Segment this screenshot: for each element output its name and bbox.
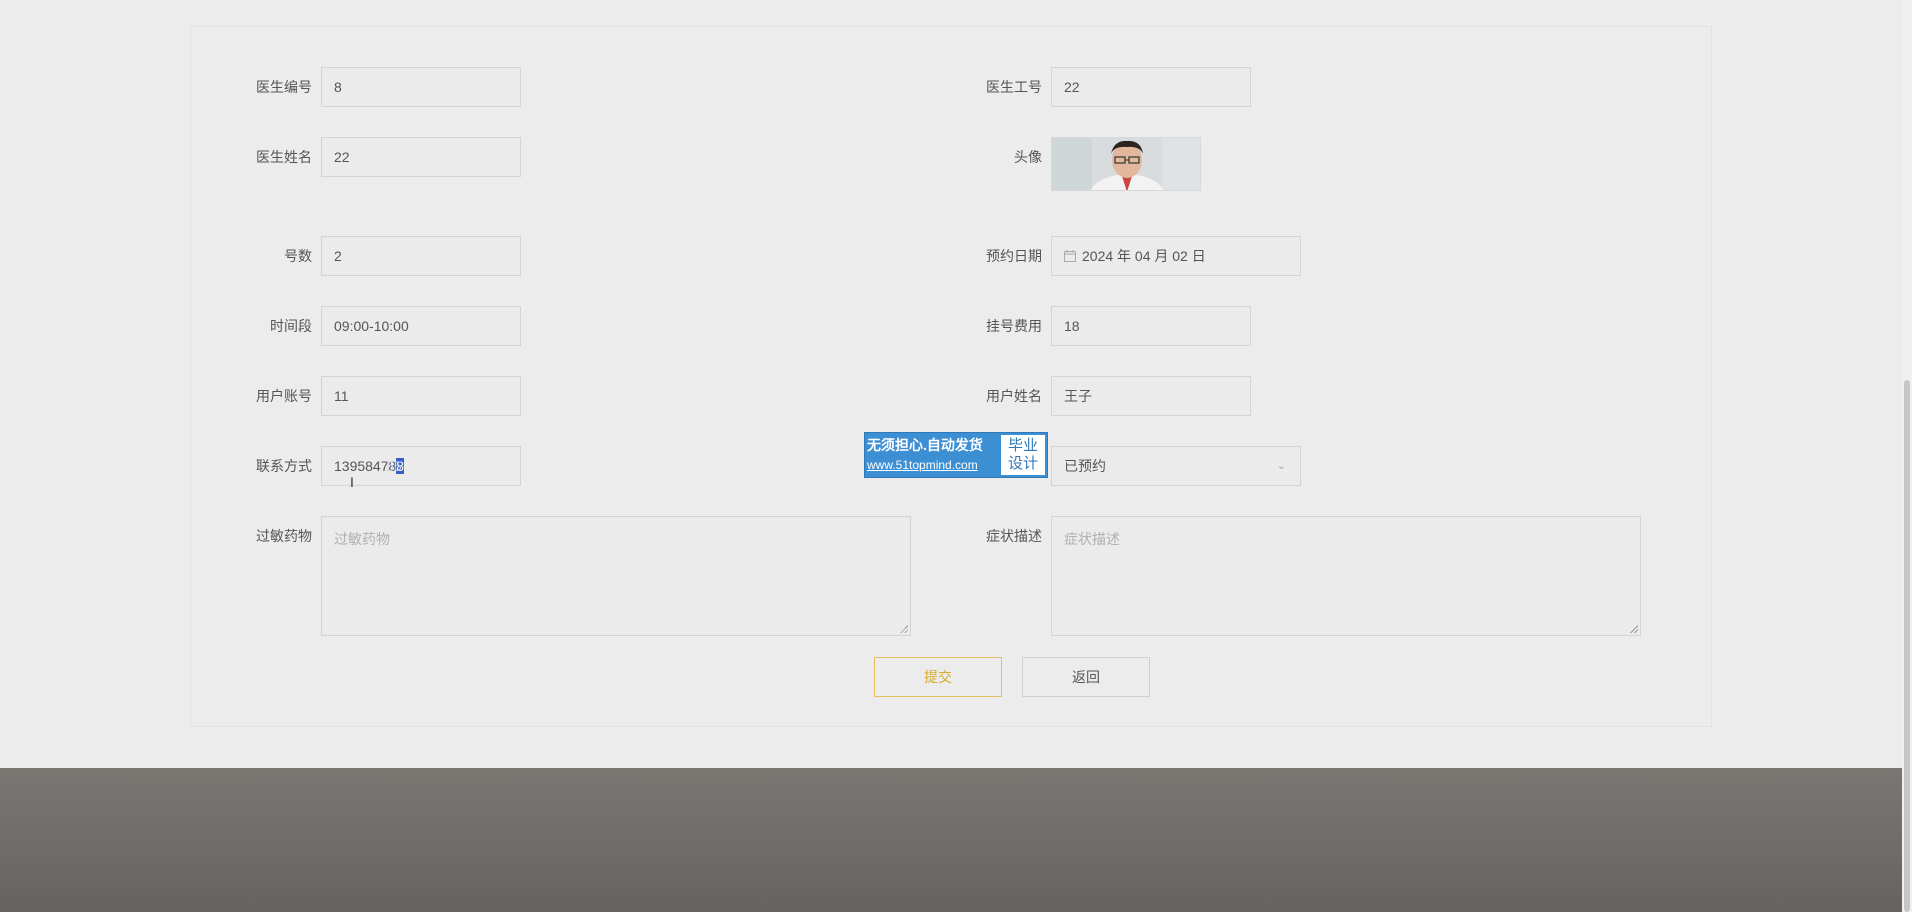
page-footer	[0, 768, 1902, 912]
appt-date-value: 2024 年 04 月 02 日	[1082, 248, 1206, 264]
fee-input[interactable]: 18	[1051, 306, 1251, 346]
avatar-label: 头像	[1014, 149, 1042, 165]
time-slot-label: 时间段	[270, 318, 312, 334]
scrollbar-thumb[interactable]	[1904, 380, 1910, 912]
watermark-badge-line1: 毕业	[1007, 437, 1038, 454]
avatar[interactable]	[1051, 137, 1201, 191]
user-name-label: 用户姓名	[986, 388, 1042, 404]
contact-label: 联系方式	[256, 458, 312, 474]
doctor-no-input[interactable]: 22	[1051, 67, 1251, 107]
page-scrollbar[interactable]	[1902, 0, 1912, 912]
symptom-label: 症状描述	[986, 528, 1042, 544]
status-value: 已预约	[1064, 458, 1106, 474]
doctor-photo	[1052, 138, 1200, 190]
doctor-name-input[interactable]: 22	[321, 137, 521, 177]
symptom-textarea[interactable]: 症状描述	[1051, 516, 1641, 636]
user-account-input[interactable]: 11	[321, 376, 521, 416]
text-cursor-icon: I	[350, 474, 354, 490]
user-name-input[interactable]: 王子	[1051, 376, 1251, 416]
calendar-icon	[1064, 250, 1076, 262]
symptom-placeholder: 症状描述	[1064, 531, 1120, 547]
appt-date-picker[interactable]: 2024 年 04 月 02 日	[1051, 236, 1301, 276]
chevron-down-icon: ⌄	[1276, 460, 1286, 472]
allergy-label: 过敏药物	[256, 528, 312, 544]
allergy-textarea[interactable]: 过敏药物	[321, 516, 911, 636]
resize-handle-icon[interactable]	[1630, 625, 1638, 633]
watermark-line2: www.51topmind.com	[867, 458, 978, 472]
status-select[interactable]: 已预约 ⌄	[1051, 446, 1301, 486]
resize-handle-icon[interactable]	[900, 625, 908, 633]
doctor-no-label: 医生工号	[986, 79, 1042, 95]
number-input[interactable]: 2	[321, 236, 521, 276]
time-slot-input[interactable]: 09:00-10:00	[321, 306, 521, 346]
number-label: 号数	[284, 248, 312, 264]
fee-label: 挂号费用	[986, 318, 1042, 334]
user-account-label: 用户账号	[256, 388, 312, 404]
back-button[interactable]: 返回	[1022, 657, 1150, 697]
contact-value-tail: 55	[386, 458, 402, 474]
doctor-id-label: 医生编号	[256, 79, 312, 95]
doctor-id-input[interactable]: 8	[321, 67, 521, 107]
watermark-badge-line2: 设计	[1007, 455, 1038, 472]
allergy-placeholder: 过敏药物	[334, 531, 390, 547]
appt-date-label: 预约日期	[986, 248, 1042, 264]
watermark-badge: 无须担心.自动发货 www.51topmind.com 毕业 设计	[864, 432, 1048, 478]
watermark-line1: 无须担心.自动发货	[867, 437, 983, 453]
doctor-name-label: 医生姓名	[256, 149, 312, 165]
submit-button[interactable]: 提交	[874, 657, 1002, 697]
